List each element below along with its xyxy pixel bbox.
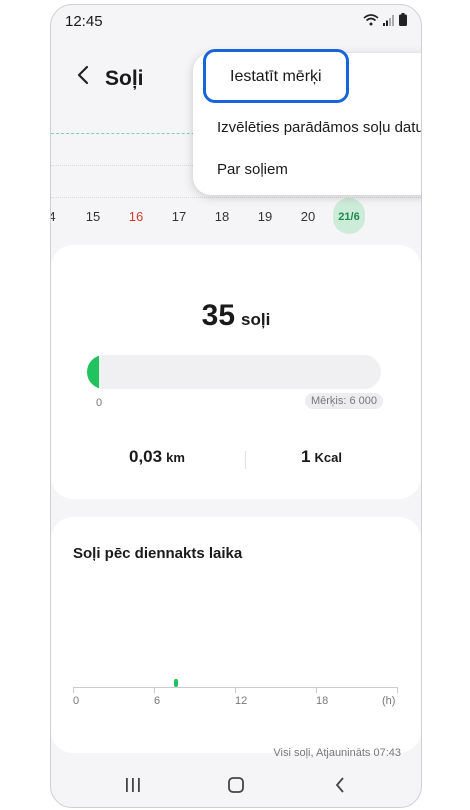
day-label-selected[interactable]: 21/6: [334, 211, 364, 223]
day-label[interactable]: 20: [293, 209, 323, 224]
distance-unit: km: [166, 450, 185, 465]
steps-progress-bar: [87, 355, 381, 389]
home-button[interactable]: [224, 773, 248, 797]
distance-value: 0,03: [129, 447, 163, 466]
grid-line: [51, 197, 421, 198]
battery-icon: [399, 13, 407, 31]
x-tick-label: 12: [235, 695, 248, 707]
x-tick: [397, 687, 398, 693]
steps-unit: soļi: [241, 310, 271, 329]
day-label[interactable]: 19: [250, 209, 280, 224]
x-tick: [73, 687, 74, 693]
status-icons: [363, 13, 407, 31]
day-label[interactable]: 4: [51, 209, 67, 224]
day-label[interactable]: 18: [207, 209, 237, 224]
stat-divider: [245, 451, 246, 469]
back-nav-icon: [335, 777, 344, 793]
menu-item-set-goal-label: Iestatīt mērķi: [230, 68, 322, 85]
x-tick: [154, 687, 155, 693]
steps-progress-fill: [87, 355, 99, 389]
phone-frame: 12:45 Soļi 4 15 16 17 18 19 20 21/6 35so…: [50, 4, 422, 808]
day-label[interactable]: 15: [78, 209, 108, 224]
home-icon: [228, 777, 244, 793]
calories-unit: Kcal: [314, 450, 342, 465]
wifi-icon: [363, 13, 379, 31]
back-button[interactable]: [71, 63, 95, 87]
x-tick-label: (h): [382, 695, 396, 707]
status-time: 12:45: [65, 13, 103, 30]
goal-badge: Mērķis: 6 000: [304, 393, 383, 409]
steps-summary-card: 35 soļi 0 Mērķis: 6 000 0,03 km 1 Kcal: [51, 245, 421, 499]
x-tick: [316, 687, 317, 693]
recent-apps-button[interactable]: [121, 773, 145, 797]
day-label[interactable]: 17: [164, 209, 194, 224]
progress-min-label: 0: [96, 397, 103, 409]
calories-stat: 1 Kcal: [301, 447, 342, 467]
signal-icon: [383, 13, 395, 31]
x-tick-label: 0: [73, 695, 80, 707]
hourly-step-bar: [174, 679, 178, 687]
day-label-sunday[interactable]: 16: [121, 209, 151, 224]
x-tick: [235, 687, 236, 693]
steps-value: 35: [201, 299, 236, 332]
back-nav-button[interactable]: [328, 773, 352, 797]
page-title: Soļi: [105, 67, 144, 90]
menu-item-select-step-data[interactable]: Izvēlēties parādāmos soļu datus: [217, 119, 421, 136]
hourly-steps-title: Soļi pēc diennakts laika: [73, 545, 243, 562]
calories-value: 1: [301, 447, 311, 466]
x-tick-label: 18: [316, 695, 329, 707]
steps-count: 35 soļi: [51, 299, 421, 333]
x-tick-label: 6: [154, 695, 161, 707]
distance-stat: 0,03 km: [129, 447, 185, 467]
hourly-steps-card[interactable]: Soļi pēc diennakts laika 0 6 12 18 (h): [51, 517, 421, 753]
day-row: 4 15 16 17 18 19 20 21/6: [51, 209, 421, 233]
menu-item-about-steps[interactable]: Par soļiem: [217, 161, 288, 178]
system-nav-bar: [51, 767, 421, 803]
menu-item-set-goal[interactable]: Iestatīt mērķi: [203, 49, 349, 103]
chevron-left-icon: [77, 65, 89, 85]
recent-apps-icon: [126, 778, 140, 792]
last-updated-text: Visi soļi, Atjaunināts 07:43: [273, 747, 401, 759]
